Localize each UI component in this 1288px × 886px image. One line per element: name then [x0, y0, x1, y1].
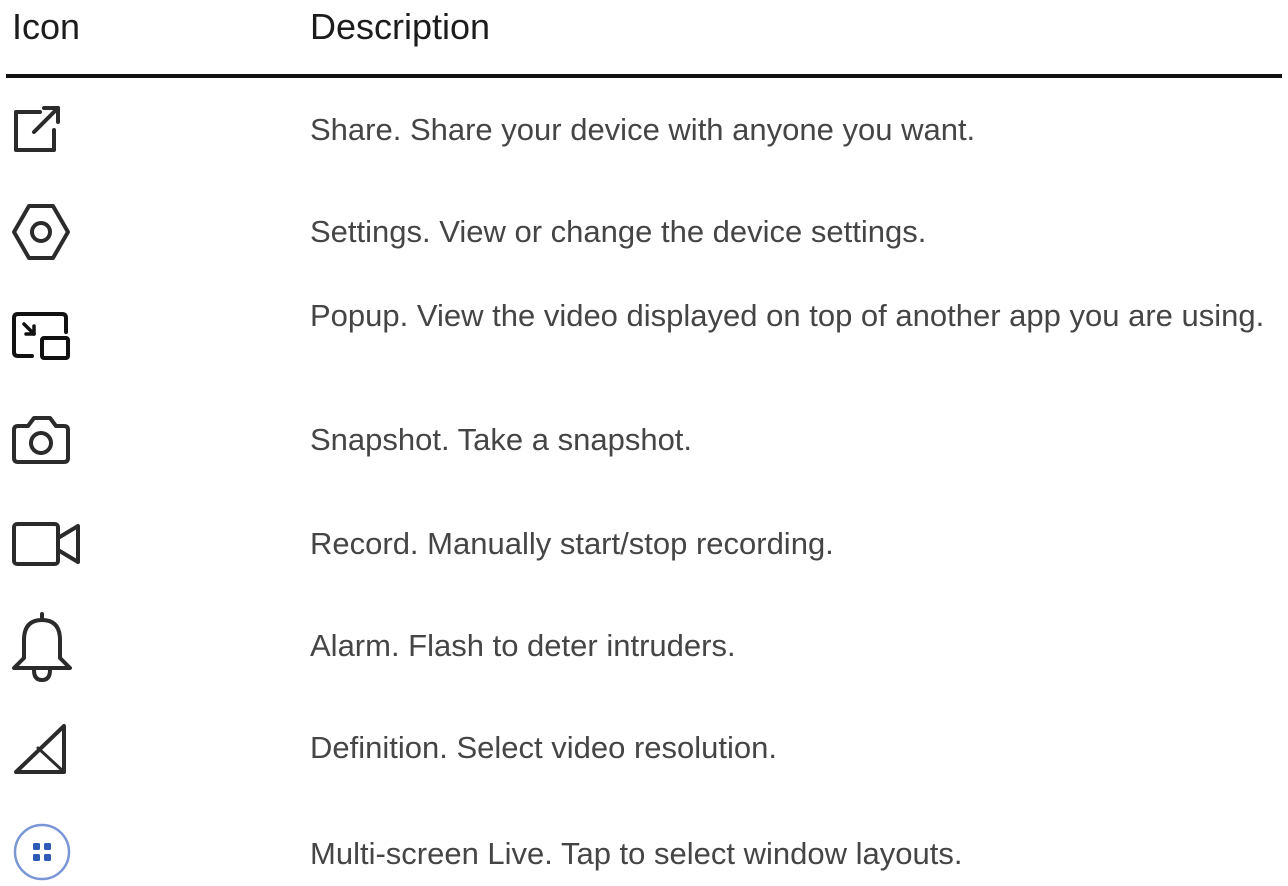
row-description: Record. Manually start/stop recording. [310, 526, 834, 561]
share-icon [8, 100, 84, 164]
bell-icon [8, 610, 84, 684]
video-camera-icon [8, 512, 84, 576]
camera-icon [8, 408, 84, 472]
row-description: Definition. Select video resolution. [310, 730, 777, 765]
row-description: Share. Share your device with anyone you… [310, 112, 976, 147]
row-description: Multi-screen Live. Tap to select window … [310, 836, 963, 871]
row-description: Popup. View the video displayed on top o… [310, 298, 1265, 333]
signal-triangle-icon [8, 718, 84, 782]
header-icon-column: Icon [12, 6, 81, 47]
popup-pip-icon [8, 304, 84, 368]
header-divider [6, 74, 1282, 78]
table-header: Icon Description [0, 0, 1288, 78]
row-description: Snapshot. Take a snapshot. [310, 422, 693, 457]
header-description-column: Description [310, 6, 491, 47]
row-description: Alarm. Flash to deter intruders. [310, 628, 736, 663]
row-description: Settings. View or change the device sett… [310, 214, 927, 249]
settings-hexagon-icon [8, 200, 84, 264]
grid-circle-icon [8, 822, 84, 886]
